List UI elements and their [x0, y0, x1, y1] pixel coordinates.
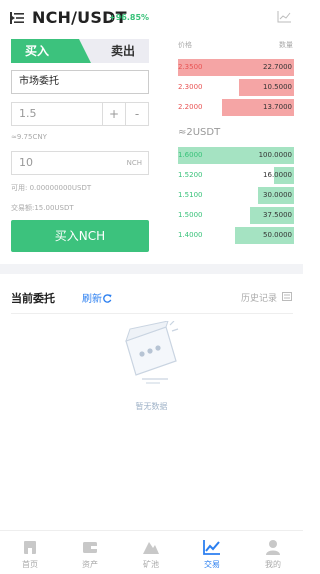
bid-price: 1.5000	[178, 211, 203, 219]
orderbook-qty-header: 数量	[279, 41, 293, 49]
menu-icon[interactable]	[10, 11, 24, 25]
user-icon	[266, 540, 280, 555]
buy-sell-toggle: 卖出 买入	[11, 39, 149, 63]
amount-field[interactable]: 10 NCH	[11, 151, 149, 175]
buy-submit-button[interactable]: 买入NCH	[11, 220, 149, 252]
nav-label: 资产	[82, 560, 98, 569]
ask-row[interactable]: 2.2000 13.7000	[178, 99, 294, 116]
bid-row[interactable]: 1.5100 30.0000	[178, 187, 294, 204]
bid-qty: 30.0000	[263, 191, 292, 199]
ask-qty: 10.5000	[263, 83, 292, 91]
section-divider	[0, 264, 303, 274]
available-balance: 可用: 0.00000000USDT	[11, 184, 92, 192]
ask-qty: 22.7000	[263, 63, 292, 71]
nav-item-pool[interactable]: 矿池	[121, 531, 181, 574]
bid-row[interactable]: 1.5000 37.5000	[178, 207, 294, 224]
ask-qty: 13.7000	[263, 103, 292, 111]
cny-estimate: ≈9.75CNY	[11, 133, 47, 141]
buy-tab[interactable]: 买入	[11, 39, 91, 63]
nav-item-home[interactable]: 首页	[0, 531, 60, 574]
wallet-icon	[83, 542, 97, 553]
ask-row[interactable]: 2.3500 22.7000	[178, 59, 294, 76]
orderbook-mid-price: ≈2USDT	[178, 127, 221, 138]
orders-divider	[11, 313, 293, 314]
nav-label: 我的	[265, 560, 281, 569]
nav-label: 首页	[22, 560, 38, 569]
bid-qty: 50.0000	[263, 231, 292, 239]
trade-chart-icon	[203, 540, 220, 555]
nav-item-assets[interactable]: 资产	[60, 531, 120, 574]
bid-price: 1.5200	[178, 171, 203, 179]
nav-label: 矿池	[143, 560, 159, 569]
bid-row[interactable]: 1.6000 100.0000	[178, 147, 294, 164]
bid-qty: 37.5000	[263, 211, 292, 219]
nav-item-profile[interactable]: 我的	[243, 531, 303, 574]
refresh-button[interactable]: 刷新	[82, 290, 112, 305]
price-change-badge: +96.85%	[109, 13, 150, 22]
home-icon	[24, 541, 36, 554]
ask-price: 2.3000	[178, 83, 203, 91]
refresh-icon	[103, 294, 112, 303]
top-bar: NCH/USDT +96.85%	[0, 0, 303, 36]
price-input[interactable]: 1.5	[19, 107, 37, 120]
nav-label: 交易	[204, 560, 220, 569]
nav-item-trade[interactable]: 交易	[182, 531, 242, 574]
price-stepper: 1.5 + -	[11, 102, 149, 126]
ask-price: 2.3500	[178, 63, 203, 71]
bid-price: 1.4000	[178, 231, 203, 239]
refresh-label: 刷新	[82, 294, 102, 305]
orderbook-price-header: 价格	[178, 41, 192, 49]
current-orders-title: 当前委托	[11, 292, 55, 305]
bid-price: 1.5100	[178, 191, 203, 199]
bid-price: 1.6000	[178, 151, 203, 159]
history-link[interactable]: 历史记录	[241, 291, 277, 304]
price-decrease-button[interactable]: -	[125, 102, 149, 126]
amount-input[interactable]: 10	[19, 156, 33, 169]
order-type-select[interactable]: 市场委托	[11, 70, 149, 94]
bottom-nav: 首页 资产 矿池 交易 我的	[0, 530, 303, 574]
empty-state-text: 暂无数据	[135, 402, 168, 411]
mountain-icon	[143, 542, 159, 554]
line-chart-icon[interactable]	[277, 10, 292, 23]
bid-row[interactable]: 1.4000 50.0000	[178, 227, 294, 244]
trade-volume: 交易额:15.00USDT	[11, 204, 74, 212]
amount-unit: NCH	[126, 159, 142, 167]
ask-row[interactable]: 2.3000 10.5000	[178, 79, 294, 96]
price-increase-button[interactable]: +	[102, 102, 126, 126]
bid-qty: 100.0000	[258, 151, 292, 159]
bid-row[interactable]: 1.5200 16.0000	[178, 167, 294, 184]
history-list-icon[interactable]	[282, 292, 292, 301]
bid-qty: 16.0000	[263, 171, 292, 179]
empty-box-icon	[125, 321, 179, 384]
ask-price: 2.2000	[178, 103, 203, 111]
